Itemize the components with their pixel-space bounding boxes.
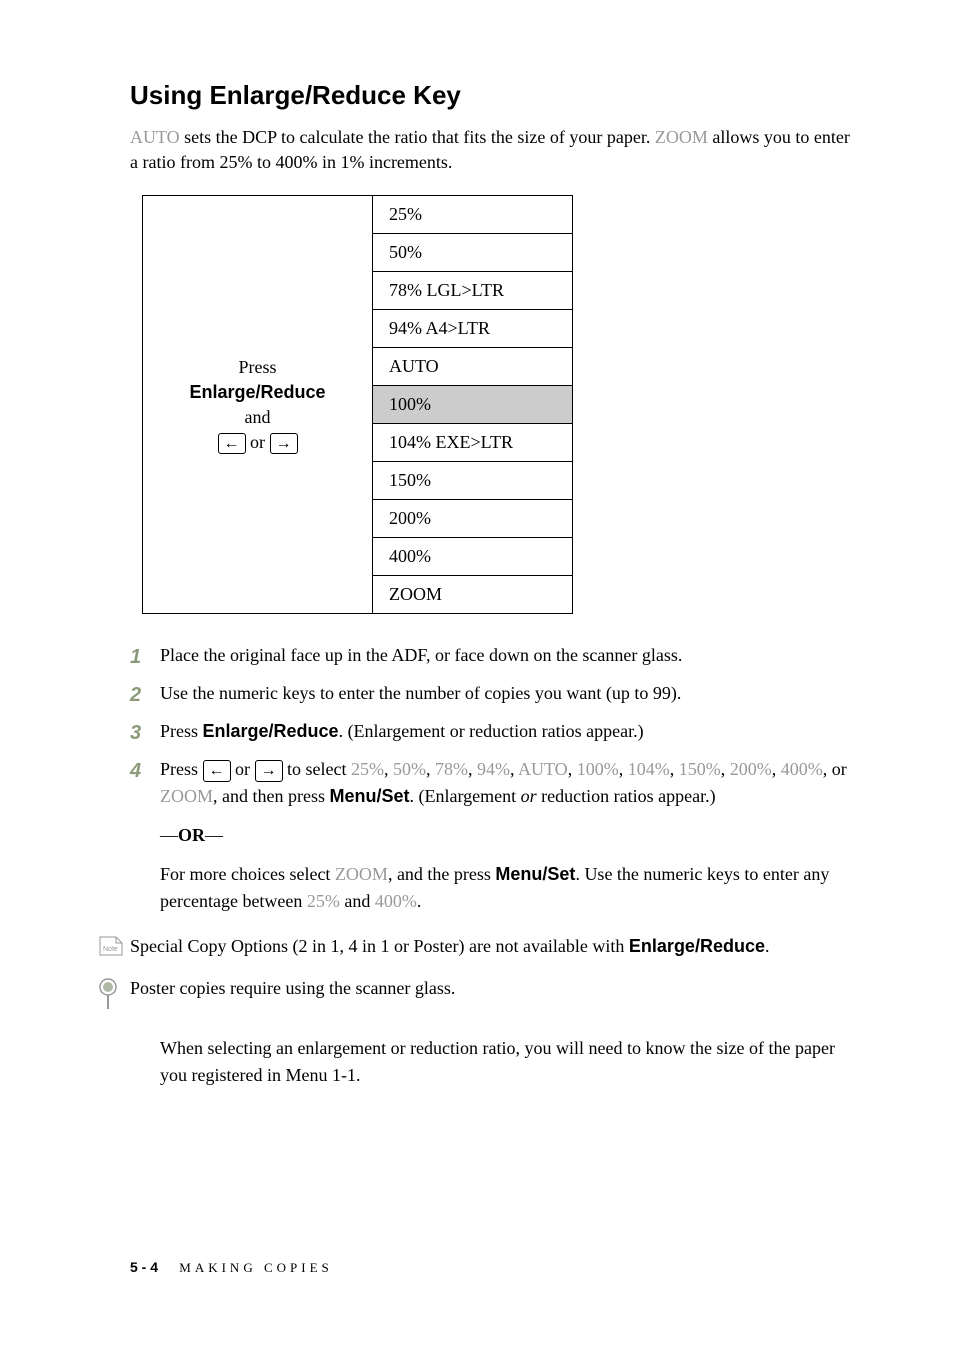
section-name: MAKING COPIES <box>179 1260 332 1275</box>
or-label: or <box>250 432 265 452</box>
note-text: When selecting an enlargement or reducti… <box>160 1035 859 1089</box>
note-1: Note Special Copy Options (2 in 1, 4 in … <box>130 933 859 965</box>
text: , and then press <box>213 786 329 806</box>
steps-list: 1 Place the original face up in the ADF,… <box>130 642 859 915</box>
ratio-table: Press Enlarge/Reduce and ← or → 25% 50% … <box>142 195 573 614</box>
ratio-table-container: Press Enlarge/Reduce and ← or → 25% 50% … <box>142 195 859 614</box>
option: 104% <box>628 759 670 779</box>
table-row: 400% <box>373 538 573 576</box>
option: 25% <box>351 759 384 779</box>
right-arrow-icon: → <box>255 760 283 781</box>
text: — <box>160 825 178 845</box>
left-arrow-icon: ← <box>203 760 231 781</box>
text: Special Copy Options (2 in 1, 4 in 1 or … <box>130 936 629 956</box>
step-number: 2 <box>130 680 160 710</box>
table-row: 104% EXE>LTR <box>373 424 573 462</box>
step-number: 4 <box>130 756 160 915</box>
right-arrow-icon: → <box>270 433 298 454</box>
text: . <box>765 936 770 956</box>
note-text: Poster copies require using the scanner … <box>130 975 859 1002</box>
percent-max: 400% <box>375 891 417 911</box>
text: Press <box>160 759 203 779</box>
table-row: ZOOM <box>373 576 573 614</box>
table-row: 25% <box>373 196 573 234</box>
percent-min: 25% <box>307 891 340 911</box>
text: For more choices select <box>160 864 335 884</box>
option: 150% <box>679 759 721 779</box>
table-row: 78% LGL>LTR <box>373 272 573 310</box>
menu-set-label: Menu/Set <box>495 864 575 884</box>
option: 78% <box>435 759 468 779</box>
table-row: 150% <box>373 462 573 500</box>
zoom-option: ZOOM <box>335 864 388 884</box>
step-text: Place the original face up in the ADF, o… <box>160 642 859 672</box>
text: . (Enlargement or reduction ratios appea… <box>339 721 644 741</box>
and-label: and <box>245 407 271 427</box>
table-row: AUTO <box>373 348 573 386</box>
svg-text:Note: Note <box>103 946 118 953</box>
table-row: 50% <box>373 234 573 272</box>
option: 100% <box>577 759 619 779</box>
menu-set-label: Menu/Set <box>329 786 409 806</box>
step-number: 3 <box>130 718 160 748</box>
or-label: OR <box>178 825 205 845</box>
or-separator: —OR— <box>160 822 859 849</box>
option: 400% <box>781 759 823 779</box>
option: ZOOM <box>160 786 213 806</box>
text: to select <box>283 759 351 779</box>
table-left-cell: Press Enlarge/Reduce and ← or → <box>143 196 373 614</box>
text: Press <box>160 721 203 741</box>
auto-text: sets the DCP to calculate the ratio that… <box>180 127 655 147</box>
text: . (Enlargement <box>410 786 521 806</box>
magnifier-icon <box>98 975 130 1019</box>
zoom-label: ZOOM <box>655 127 708 147</box>
step-4: 4 Press ← or → to select 25%, 50%, 78%, … <box>130 756 859 915</box>
step-3: 3 Press Enlarge/Reduce. (Enlargement or … <box>130 718 859 748</box>
text: or <box>231 759 255 779</box>
note-text: Special Copy Options (2 in 1, 4 in 1 or … <box>130 933 859 960</box>
enlarge-reduce-label: Enlarge/Reduce <box>629 936 765 956</box>
step-text: Press ← or → to select 25%, 50%, 78%, 94… <box>160 756 859 915</box>
page-footer: 5 - 4 MAKING COPIES <box>130 1259 859 1276</box>
text: . <box>417 891 422 911</box>
enlarge-reduce-label: Enlarge/Reduce <box>189 382 325 402</box>
enlarge-reduce-button-label: Enlarge/Reduce <box>203 721 339 741</box>
text: , and the press <box>388 864 495 884</box>
note-icon: Note <box>98 933 130 965</box>
note-2: Poster copies require using the scanner … <box>130 975 859 1019</box>
section-heading: Using Enlarge/Reduce Key <box>130 80 859 111</box>
press-label: Press <box>238 357 276 377</box>
option: 50% <box>393 759 426 779</box>
step-number: 1 <box>130 642 160 672</box>
option: 200% <box>730 759 772 779</box>
step-text: Press Enlarge/Reduce. (Enlargement or re… <box>160 718 859 748</box>
option: AUTO <box>518 759 568 779</box>
page-number: 5 - 4 <box>130 1259 158 1275</box>
text: reduction ratios appear.) <box>537 786 716 806</box>
text: and <box>340 891 375 911</box>
table-row: 94% A4>LTR <box>373 310 573 348</box>
step-1: 1 Place the original face up in the ADF,… <box>130 642 859 672</box>
text: — <box>205 825 223 845</box>
table-row: 200% <box>373 500 573 538</box>
left-arrow-icon: ← <box>218 433 246 454</box>
text: or <box>521 786 537 806</box>
step-text: Use the numeric keys to enter the number… <box>160 680 859 710</box>
zoom-instructions: For more choices select ZOOM, and the pr… <box>160 861 859 915</box>
intro-paragraph: AUTO sets the DCP to calculate the ratio… <box>130 125 859 175</box>
table-row-shaded: 100% <box>373 386 573 424</box>
note-3: When selecting an enlargement or reducti… <box>130 1035 859 1089</box>
auto-label: AUTO <box>130 127 180 147</box>
option: 94% <box>477 759 510 779</box>
step-2: 2 Use the numeric keys to enter the numb… <box>130 680 859 710</box>
